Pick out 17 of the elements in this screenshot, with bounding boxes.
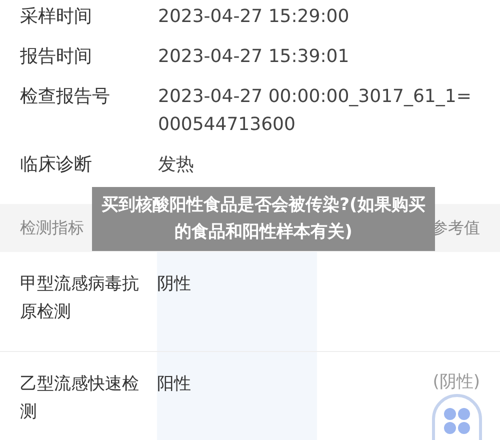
table-cell-text: 阴性 <box>157 273 192 296</box>
field-label: 临床诊断 <box>20 153 93 177</box>
table-cell-text: 甲型流感病毒抗原检测 <box>20 273 140 324</box>
field-label: 报告时间 <box>20 45 93 69</box>
table-cell-text: 阳性 <box>157 373 192 396</box>
caption-text: 买到核酸阳性食品是否会被传染?(如果购买的食品和阳性样本有关) <box>100 194 426 244</box>
field-label: 采样时间 <box>20 5 93 29</box>
field-value: 2023-04-27 15:29:00 <box>158 5 350 29</box>
table-cell-text: 乙型流感快速检测 <box>20 373 140 424</box>
floating-button[interactable] <box>432 394 482 440</box>
field-value: 2023-04-27 15:39:01 <box>158 45 350 69</box>
field-value: 2023-04-27 00:00:00_3017_61_1=000544713600 <box>158 85 472 137</box>
table-cell-text: (阴性) <box>432 371 480 394</box>
grid-icon <box>443 407 471 435</box>
column-header: 检测指标 <box>20 217 84 239</box>
field-label: 检查报告号 <box>20 85 111 109</box>
field-value: 发热 <box>158 153 194 177</box>
